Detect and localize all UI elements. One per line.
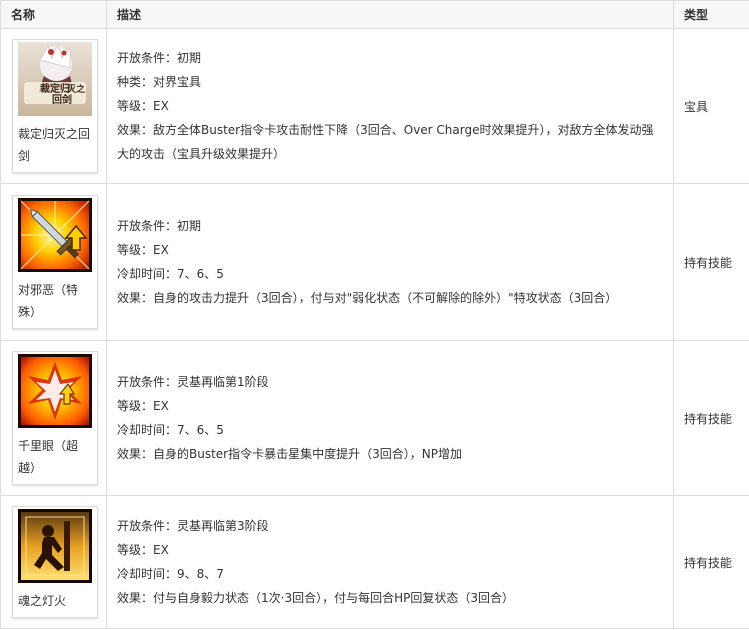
desc-line: 冷却时间：9、8、7 bbox=[117, 567, 224, 581]
desc-line: 效果：自身的攻击力提升（3回合），付与对"弱化状态（不可解除的除外）"特攻状态（… bbox=[117, 291, 618, 305]
desc-line: 开放条件：灵基再临第1阶段 bbox=[117, 375, 269, 389]
desc-line: 等级：EX bbox=[117, 543, 169, 557]
skill-card[interactable]: 魂之灯火 bbox=[12, 506, 98, 618]
skill-name: 魂之灯火 bbox=[18, 594, 67, 608]
skill-name: 千里眼（超越） bbox=[18, 439, 79, 475]
guts-kneeling-icon bbox=[18, 509, 92, 583]
desc-line: 开放条件：灵基再临第3阶段 bbox=[117, 519, 269, 533]
table-header-row: 名称 描述 类型 bbox=[0, 0, 749, 29]
table-row: 对邪恶（特殊） 开放条件：初期 等级：EX 冷却时间：7、6、5 效果：自身的攻… bbox=[0, 183, 749, 341]
type-cell: 宝具 bbox=[673, 28, 749, 184]
table-row: 魂之灯火 开放条件：灵基再临第3阶段 等级：EX 冷却时间：9、8、7 效果：付… bbox=[0, 495, 749, 629]
name-cell: 裁定归 灭之 回剑 裁定归灭之回剑 bbox=[0, 28, 107, 184]
type-cell: 持有技能 bbox=[673, 340, 749, 496]
type-cell: 持有技能 bbox=[673, 183, 749, 341]
header-name: 名称 bbox=[0, 0, 107, 29]
desc-cell: 开放条件：灵基再临第3阶段 等级：EX 冷却时间：9、8、7 效果：付与自身毅力… bbox=[106, 495, 674, 629]
desc-line: 等级：EX bbox=[117, 99, 169, 113]
desc-line: 开放条件：初期 bbox=[117, 51, 202, 65]
desc-line: 等级：EX bbox=[117, 399, 169, 413]
type-cell: 持有技能 bbox=[673, 495, 749, 629]
header-desc: 描述 bbox=[106, 0, 674, 29]
table-row: 裁定归 灭之 回剑 裁定归灭之回剑 开放条件：初期 种类：对界宝具 等级：EX … bbox=[0, 28, 749, 184]
desc-line: 冷却时间：7、6、5 bbox=[117, 423, 224, 437]
desc-line: 种类：对界宝具 bbox=[117, 75, 202, 89]
desc-line: 冷却时间：7、6、5 bbox=[117, 267, 224, 281]
desc-cell: 开放条件：灵基再临第1阶段 等级：EX 冷却时间：7、6、5 效果：自身的Bus… bbox=[106, 340, 674, 496]
thumb-text-3: 回剑 bbox=[52, 93, 72, 106]
skills-table: 名称 描述 类型 裁定归 灭之 回剑 裁定归灭之回剑 开放条件：初期 种类：对界… bbox=[0, 0, 749, 629]
skill-name: 对邪恶（特殊） bbox=[18, 283, 79, 319]
desc-line: 效果：自身的Buster指令卡暴击星集中度提升（3回合），NP增加 bbox=[117, 447, 462, 461]
thumb-text-bottom: 灭之 bbox=[66, 83, 85, 95]
table-row: 千里眼（超越） 开放条件：灵基再临第1阶段 等级：EX 冷却时间：7、6、5 效… bbox=[0, 340, 749, 496]
noble-phantasm-card-icon: 裁定归 灭之 回剑 bbox=[18, 42, 92, 116]
desc-line: 开放条件：初期 bbox=[117, 219, 202, 233]
header-type: 类型 bbox=[673, 0, 749, 29]
skill-card[interactable]: 对邪恶（特殊） bbox=[12, 195, 98, 329]
desc-line: 效果：付与自身毅力状态（1次·3回合），付与每回合HP回复状态（3回合） bbox=[117, 591, 514, 605]
thumb-text-top: 裁定归 bbox=[40, 82, 70, 95]
desc-line: 效果：敌方全体Buster指令卡攻击耐性下降（3回合、Over Charge时效… bbox=[117, 123, 654, 161]
skill-card[interactable]: 裁定归 灭之 回剑 裁定归灭之回剑 bbox=[12, 39, 98, 173]
skill-name: 裁定归灭之回剑 bbox=[18, 127, 91, 163]
skill-card[interactable]: 千里眼（超越） bbox=[12, 351, 98, 485]
name-cell: 千里眼（超越） bbox=[0, 340, 107, 496]
name-cell: 魂之灯火 bbox=[0, 495, 107, 629]
name-cell: 对邪恶（特殊） bbox=[0, 183, 107, 341]
desc-cell: 开放条件：初期 等级：EX 冷却时间：7、6、5 效果：自身的攻击力提升（3回合… bbox=[106, 183, 674, 341]
sword-up-icon bbox=[18, 198, 92, 272]
desc-line: 等级：EX bbox=[117, 243, 169, 257]
desc-cell: 开放条件：初期 种类：对界宝具 等级：EX 效果：敌方全体Buster指令卡攻击… bbox=[106, 28, 674, 184]
critical-star-burst-icon bbox=[18, 354, 92, 428]
